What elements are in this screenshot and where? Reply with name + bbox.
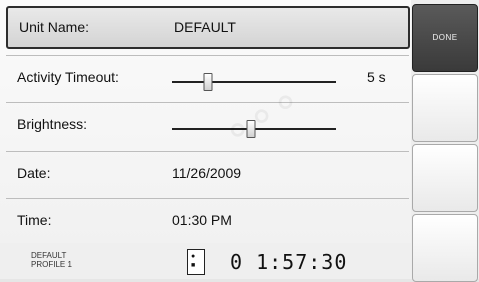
done-button[interactable]: DONE [412, 4, 478, 72]
side-button-2[interactable] [412, 74, 478, 142]
date-row[interactable]: Date: 11/26/2009 [6, 151, 409, 197]
time-label: Time: [17, 212, 52, 228]
user-icon: ● ■ [187, 249, 205, 275]
brightness-row: Brightness: [6, 102, 409, 148]
brightness-label: Brightness: [17, 116, 88, 132]
profile-line-1: DEFAULT [31, 251, 67, 260]
brightness-slider[interactable] [172, 120, 336, 138]
unit-name-row[interactable]: Unit Name: DEFAULT [6, 6, 410, 49]
clock-display: 0 1:57:30 [230, 250, 348, 274]
side-button-4[interactable] [412, 214, 478, 282]
date-value[interactable]: 11/26/2009 [172, 165, 241, 181]
activity-timeout-label: Activity Timeout: [17, 69, 119, 85]
unit-name-value[interactable]: DEFAULT [174, 19, 236, 35]
profile-line-2: PROFILE 1 [31, 260, 72, 269]
activity-timeout-slider[interactable] [172, 73, 336, 91]
activity-timeout-value: 5 s [367, 69, 386, 85]
activity-timeout-slider-thumb[interactable] [203, 73, 213, 91]
side-button-3[interactable] [412, 144, 478, 212]
unit-name-label: Unit Name: [19, 19, 90, 35]
time-value[interactable]: 01:30 PM [172, 212, 232, 228]
activity-timeout-row: Activity Timeout: 5 s [6, 55, 409, 101]
settings-panel: Unit Name: DEFAULT Activity Timeout: 5 s… [0, 0, 411, 243]
profile-indicator[interactable]: DEFAULT PROFILE 1 [31, 251, 72, 269]
date-label: Date: [17, 165, 51, 181]
status-bar: DEFAULT PROFILE 1 ● ■ 0 1:57:30 [0, 243, 411, 279]
sidebar: DONE [411, 0, 479, 282]
time-row[interactable]: Time: 01:30 PM [6, 198, 409, 244]
brightness-slider-thumb[interactable] [246, 120, 256, 138]
